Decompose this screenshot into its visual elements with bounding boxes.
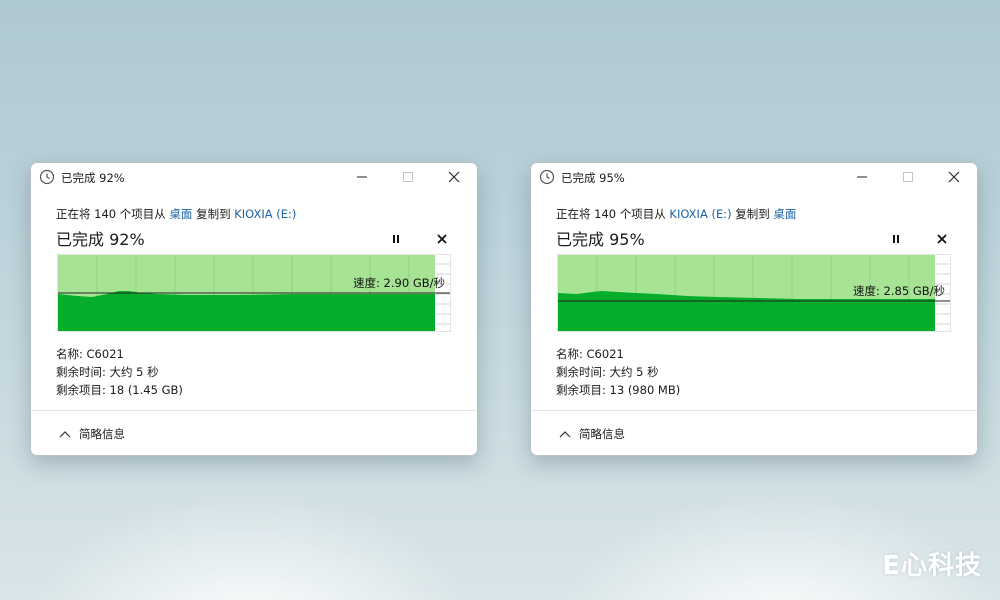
close-button[interactable]: [431, 163, 477, 191]
copy-description: 正在将 140 个项目从 KIOXIA (E:) 复制到 桌面: [556, 206, 796, 222]
source-link[interactable]: 桌面: [169, 207, 192, 221]
pause-icon: [391, 229, 401, 248]
clock-icon: [39, 169, 55, 189]
less-details-label: 简略信息: [579, 427, 625, 441]
close-icon: [448, 168, 460, 187]
pause-button[interactable]: [889, 231, 903, 245]
file-name: 名称: C6021: [56, 347, 124, 361]
clock-icon: [539, 169, 555, 189]
maximize-button: [385, 163, 431, 191]
divider: [31, 410, 477, 411]
watermark: E心科技: [882, 551, 982, 581]
less-details-label: 简略信息: [79, 427, 125, 441]
file-name: 名称: C6021: [556, 347, 624, 361]
destination-link[interactable]: 桌面: [773, 207, 796, 221]
title-bar[interactable]: 已完成 95%: [531, 163, 977, 191]
source-link[interactable]: KIOXIA (E:): [669, 207, 731, 221]
copy-dialog-2: 已完成 95% 正在将 140 个项目从 KIOXIA (E:) 复制到 桌面 …: [530, 162, 978, 456]
window-title: 已完成 95%: [561, 171, 625, 185]
pause-button[interactable]: [389, 231, 403, 245]
minimize-icon: [356, 168, 368, 187]
speed-area: [58, 291, 435, 331]
cancel-button[interactable]: [435, 231, 449, 245]
time-remaining: 剩余时间: 大约 5 秒: [56, 365, 159, 379]
close-icon: [948, 168, 960, 187]
details: 名称: C6021 剩余时间: 大约 5 秒 剩余项目: 18 (1.45 GB…: [56, 345, 183, 399]
less-details-button[interactable]: 简略信息: [59, 426, 125, 442]
destination-link[interactable]: KIOXIA (E:): [234, 207, 296, 221]
items-remaining: 剩余项目: 18 (1.45 GB): [56, 383, 183, 397]
speed-label: 速度: 2.90 GB/秒: [353, 276, 445, 290]
less-details-button[interactable]: 简略信息: [559, 426, 625, 442]
minimize-icon: [856, 168, 868, 187]
maximize-icon: [902, 168, 914, 187]
cancel-icon: [437, 229, 447, 248]
close-button[interactable]: [931, 163, 977, 191]
chevron-up-icon: [559, 427, 571, 441]
divider: [531, 410, 977, 411]
items-remaining: 剩余项目: 13 (980 MB): [556, 383, 681, 397]
description-prefix: 正在将 140 个项目从: [56, 207, 170, 221]
time-remaining: 剩余时间: 大约 5 秒: [556, 365, 659, 379]
maximize-icon: [402, 168, 414, 187]
title-bar[interactable]: 已完成 92%: [31, 163, 477, 191]
description-middle: 复制到: [731, 207, 774, 221]
details: 名称: C6021 剩余时间: 大约 5 秒 剩余项目: 13 (980 MB): [556, 345, 680, 399]
minimize-button[interactable]: [339, 163, 385, 191]
description-prefix: 正在将 140 个项目从: [556, 207, 670, 221]
chevron-up-icon: [59, 427, 71, 441]
cancel-button[interactable]: [935, 231, 949, 245]
pause-icon: [891, 229, 901, 248]
cancel-icon: [937, 229, 947, 248]
percent-heading: 已完成 92%: [56, 230, 145, 249]
speed-label: 速度: 2.85 GB/秒: [853, 284, 945, 298]
copy-dialog-1: 已完成 92% 正在将 140 个项目从 桌面 复制到 KIOXIA (E:) …: [30, 162, 478, 456]
speed-graph: 速度: 2.85 GB/秒: [556, 253, 952, 333]
description-middle: 复制到: [192, 207, 235, 221]
speed-graph: 速度: 2.90 GB/秒: [56, 253, 452, 333]
minimize-button[interactable]: [839, 163, 885, 191]
copy-description: 正在将 140 个项目从 桌面 复制到 KIOXIA (E:): [56, 206, 296, 222]
maximize-button: [885, 163, 931, 191]
window-title: 已完成 92%: [61, 171, 125, 185]
percent-heading: 已完成 95%: [556, 230, 645, 249]
